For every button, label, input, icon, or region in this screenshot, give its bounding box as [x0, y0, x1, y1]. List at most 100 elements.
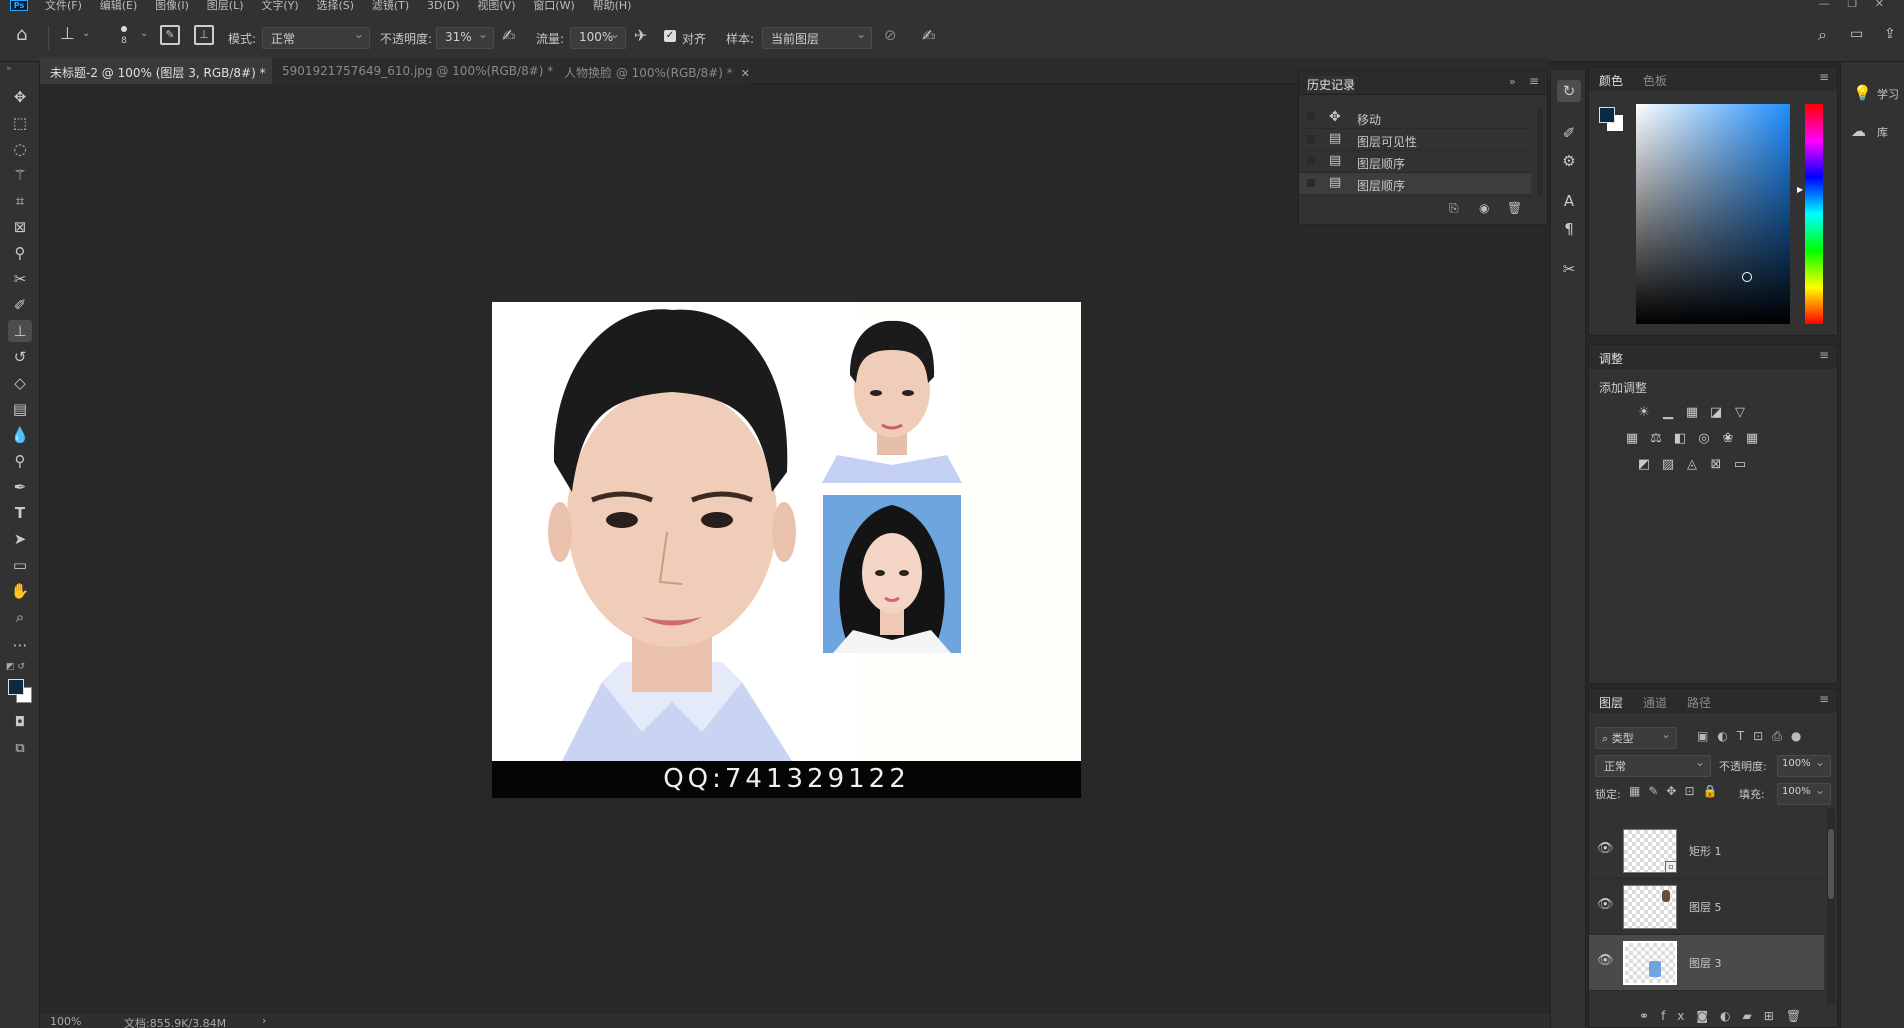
history-item[interactable]: ▤ 图层顺序 [1299, 151, 1531, 173]
chevron-down-icon[interactable]: ⌄ [140, 28, 148, 39]
mask-icon[interactable]: ◙ [1696, 1009, 1720, 1023]
history-brush-icon[interactable]: ↺ [8, 346, 32, 368]
brush-tool-icon[interactable]: ✐ [8, 294, 32, 316]
panel-menu-icon[interactable]: ≡ [1819, 70, 1829, 84]
learn-label[interactable]: 学习 [1877, 86, 1899, 102]
crop-tool-icon[interactable]: ⌗ [8, 190, 32, 212]
tab-layers[interactable]: 图层 [1599, 694, 1623, 711]
layer-name[interactable]: 图层 3 [1689, 955, 1722, 971]
foreground-color-swatch[interactable] [1599, 107, 1615, 123]
tab-face-swap[interactable]: 人物换脸 @ 100%(RGB/8#) * ✕ [554, 58, 750, 84]
threshold-icon[interactable]: ◬ [1683, 457, 1701, 473]
lock-paint-icon[interactable]: ✎ [1648, 784, 1666, 798]
eye-icon[interactable]: 👁 [1597, 897, 1614, 912]
dodge-tool-icon[interactable]: ⚲ [8, 450, 32, 472]
photo-filter-icon[interactable]: ◎ [1695, 431, 1713, 447]
menu-layer[interactable]: 图层(L) [207, 0, 244, 11]
layer-row[interactable]: 👁 图层 5 [1589, 879, 1824, 935]
brush-preset-picker[interactable]: 8 [112, 22, 136, 56]
selective-color-icon[interactable]: ⊠ [1707, 457, 1725, 473]
paragraph-icon[interactable]: ¶ [1557, 218, 1581, 240]
history-item[interactable]: ✥ 移动 [1299, 107, 1531, 129]
menu-view[interactable]: 视图(V) [477, 0, 515, 11]
tab-jpg-file[interactable]: 5901921757649_610.jpg @ 100%(RGB/8#) *✕ [272, 58, 570, 84]
path-selection-icon[interactable]: ➤ [8, 528, 32, 550]
tab-color[interactable]: 颜色 [1599, 72, 1623, 89]
rectangle-tool-icon[interactable]: ▭ [8, 554, 32, 576]
vibrance-icon[interactable]: ▽ [1731, 405, 1749, 421]
document-canvas[interactable]: QQ:741329122 [492, 302, 1081, 798]
lasso-tool-icon[interactable]: ◌ [8, 138, 32, 160]
type-filter-icon[interactable]: T [1737, 729, 1753, 743]
minimize-icon[interactable]: — [1819, 0, 1830, 10]
ignore-adjustments-icon[interactable]: ⊘ [884, 26, 897, 44]
history-scrollbar[interactable] [1537, 107, 1543, 195]
adjustments-icon[interactable]: ⚙ [1557, 150, 1581, 172]
magic-wand-icon[interactable]: ⚚ [8, 164, 32, 186]
panel-menu-icon[interactable]: ≡ [1819, 348, 1829, 362]
invert-icon[interactable]: ◩ [1635, 457, 1653, 473]
align-checkbox[interactable]: ✓ [664, 30, 676, 42]
opacity-input[interactable]: 31% [436, 27, 494, 49]
snapshot-checkbox[interactable] [1307, 179, 1315, 187]
chevron-down-icon[interactable]: ⌄ [82, 28, 90, 39]
pressure-size-icon[interactable]: ✍ [922, 26, 935, 45]
camera-icon[interactable]: ◉ [1479, 201, 1489, 215]
lock-all-icon[interactable]: 🔒 [1703, 784, 1726, 798]
history-item[interactable]: ▤ 图层可见性 [1299, 129, 1531, 151]
snapshot-checkbox[interactable] [1307, 135, 1315, 143]
collapse-icon[interactable]: » [6, 64, 12, 74]
pressure-opacity-icon[interactable]: ✍ [502, 26, 515, 45]
layer-row-selected[interactable]: 👁 图层 3 [1589, 935, 1824, 991]
hue-slider-handle[interactable]: ▶ [1797, 185, 1803, 194]
lock-pixels-icon[interactable]: ▦ [1629, 784, 1648, 798]
more-tools-icon[interactable]: ⋯ [8, 634, 32, 656]
tool-presets-icon[interactable]: ✂ [1557, 258, 1581, 280]
layer-name[interactable]: 图层 5 [1689, 899, 1722, 915]
blend-mode-select[interactable]: 正常 [1595, 755, 1711, 777]
zoom-level[interactable]: 100% [50, 1015, 81, 1028]
eyedropper-icon[interactable]: ⚲ [8, 242, 32, 264]
lock-position-icon[interactable]: ✥ [1666, 784, 1684, 798]
clone-stamp-tool-icon[interactable]: ⊥ [60, 24, 75, 44]
curves-icon[interactable]: ▦ [1683, 405, 1701, 421]
menu-filter[interactable]: 滤镜(T) [372, 0, 409, 11]
fill-input[interactable]: 100% [1777, 783, 1831, 805]
menu-type[interactable]: 文字(Y) [261, 0, 298, 11]
type-tool-icon[interactable]: T [8, 502, 32, 524]
brush-panel-icon[interactable]: ✐ [1557, 122, 1581, 144]
tab-untitled-2[interactable]: 未标题-2 @ 100% (图层 3, RGB/8#) *✕ [40, 58, 283, 84]
search-icon[interactable]: ⌕ [1818, 25, 1827, 45]
layers-scrollbar[interactable] [1827, 809, 1835, 1005]
home-icon[interactable]: ⌂ [16, 24, 27, 45]
pen-tool-icon[interactable]: ✒ [8, 476, 32, 498]
quick-mask-icon[interactable]: ◘ [8, 712, 32, 734]
mode-select[interactable]: 正常 [262, 27, 370, 49]
snapshot-checkbox[interactable] [1307, 157, 1315, 165]
adjustment-layer-icon[interactable]: ◐ [1720, 1009, 1742, 1023]
expand-icon[interactable]: » [1509, 75, 1516, 88]
color-lookup-icon[interactable]: ▦ [1743, 431, 1761, 447]
marquee-tool-icon[interactable]: ⬚ [8, 112, 32, 134]
lock-artboard-icon[interactable]: ⊡ [1684, 784, 1702, 798]
layer-opacity-input[interactable]: 100% [1777, 755, 1831, 777]
color-picker-cursor[interactable] [1742, 272, 1752, 282]
color-picker-field[interactable] [1636, 104, 1790, 324]
blur-tool-icon[interactable]: 💧 [8, 424, 32, 446]
channel-mixer-icon[interactable]: ❀ [1719, 431, 1737, 447]
airbrush-icon[interactable]: ✈ [634, 26, 647, 45]
restore-icon[interactable]: ❐ [1847, 0, 1857, 10]
fx-icon[interactable]: fx [1661, 1009, 1696, 1023]
workspace-icon[interactable]: ▭ [1850, 26, 1863, 42]
smart-object-filter-icon[interactable]: ⎙ [1772, 729, 1791, 743]
tab-channels[interactable]: 通道 [1643, 694, 1667, 711]
hue-slider[interactable] [1805, 104, 1823, 324]
menu-select[interactable]: 选择(S) [316, 0, 354, 11]
sample-select[interactable]: 当前图层 [762, 27, 872, 49]
screen-mode-icon[interactable]: ⧉ [8, 738, 32, 760]
layer-filter-select[interactable]: ⌕ 类型 [1595, 727, 1677, 749]
tab-paths[interactable]: 路径 [1687, 694, 1711, 711]
trash-icon[interactable]: 🗑 [1507, 201, 1522, 215]
panel-menu-icon[interactable]: ≡ [1819, 692, 1829, 706]
filter-toggle-icon[interactable]: ● [1791, 729, 1810, 743]
